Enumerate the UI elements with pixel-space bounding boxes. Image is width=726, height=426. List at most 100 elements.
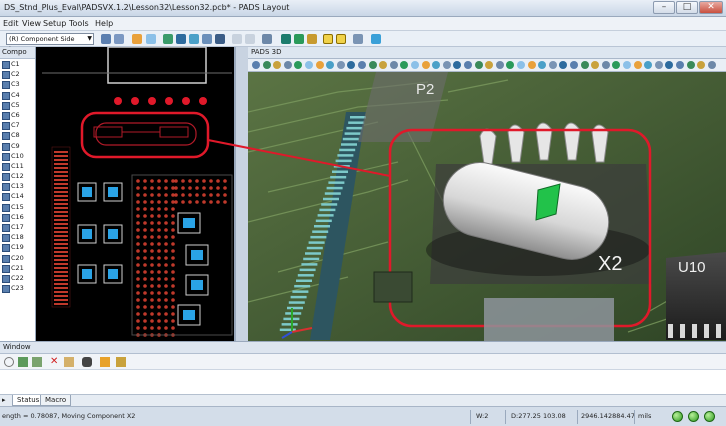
delete-icon[interactable]: ✕ (50, 357, 60, 367)
component-list-item[interactable]: C20 (0, 253, 35, 263)
verify-icon[interactable] (323, 34, 333, 44)
view3d-tool-icon[interactable] (411, 61, 419, 69)
component-list-item[interactable]: C15 (0, 202, 35, 212)
view3d-tool-icon[interactable] (506, 61, 515, 69)
drc-icon[interactable] (336, 34, 346, 44)
macro-icon[interactable] (100, 357, 110, 367)
view3d-tool-icon[interactable] (591, 61, 600, 69)
view3d-tool-icon[interactable] (665, 61, 674, 69)
save-icon[interactable] (18, 357, 28, 367)
view3d-tool-icon[interactable] (697, 61, 706, 69)
layers-icon[interactable] (294, 34, 304, 44)
ecO-icon[interactable] (163, 34, 173, 44)
view3d-tool-icon[interactable] (654, 61, 663, 69)
move-icon[interactable] (215, 34, 225, 44)
design-icon[interactable] (146, 34, 156, 44)
clear-icon[interactable] (4, 357, 14, 367)
refresh-icon[interactable] (371, 34, 381, 44)
view3d-tool-icon[interactable] (495, 61, 504, 69)
component-list-item[interactable]: C1 (0, 59, 35, 70)
component-list-item[interactable]: C9 (0, 141, 35, 151)
view3d-tool-icon[interactable] (283, 61, 292, 69)
view3d-tool-icon[interactable] (442, 61, 451, 69)
view3d-tool-icon[interactable] (432, 61, 441, 69)
view3d-tool-icon[interactable] (326, 61, 335, 69)
menu-edit[interactable]: Edit (3, 19, 19, 28)
view3d-tool-icon[interactable] (538, 61, 547, 69)
view3d-tool-icon[interactable] (601, 61, 610, 69)
view-3d-icon[interactable] (281, 34, 291, 44)
view3d-tool-icon[interactable] (676, 61, 684, 69)
pen-icon[interactable] (202, 34, 212, 44)
redo-icon[interactable] (245, 34, 255, 44)
view3d-tool-icon[interactable] (570, 61, 578, 69)
component-list-item[interactable]: C22 (0, 273, 35, 284)
view3d-tool-icon[interactable] (548, 61, 557, 69)
menu-help[interactable]: Help (95, 19, 113, 28)
view3d-tool-icon[interactable] (294, 61, 303, 69)
view3d-tool-icon[interactable] (527, 61, 536, 69)
view3d-tool-icon[interactable] (305, 61, 313, 69)
view3d-tool-icon[interactable] (368, 61, 377, 69)
tab-scroll-icon[interactable]: ▸ (2, 396, 6, 404)
view3d-tool-icon[interactable] (559, 61, 568, 69)
dimension-icon[interactable] (189, 34, 199, 44)
menu-setup[interactable]: Setup (43, 19, 66, 28)
view3d-tool-icon[interactable] (686, 61, 695, 69)
component-list-item[interactable]: C11 (0, 161, 35, 172)
view3d-tool-icon[interactable] (633, 61, 642, 69)
view3d-tool-icon[interactable] (379, 61, 388, 69)
view3d-tool-icon[interactable] (453, 61, 462, 69)
component-list-item[interactable]: C6 (0, 110, 35, 121)
minimize-button[interactable]: – (653, 1, 675, 14)
maximize-button[interactable]: □ (676, 1, 698, 14)
component-list-item[interactable]: C19 (0, 242, 35, 253)
view3d-tool-icon[interactable] (517, 61, 525, 69)
view3d-tool-icon[interactable] (421, 61, 430, 69)
view3d-tool-icon[interactable] (474, 61, 483, 69)
query-icon[interactable] (353, 34, 363, 44)
component-list-item[interactable]: C23 (0, 283, 35, 294)
component-list-item[interactable]: C14 (0, 191, 35, 202)
undo-icon[interactable] (232, 34, 242, 44)
find-icon[interactable] (82, 357, 92, 367)
log-icon[interactable] (116, 357, 126, 367)
view3d-tool-icon[interactable] (347, 61, 356, 69)
component-list-item[interactable]: C17 (0, 222, 35, 233)
menu-view[interactable]: View (22, 19, 41, 28)
menu-tools[interactable]: Tools (69, 19, 89, 28)
view3d-tool-icon[interactable] (623, 61, 631, 69)
component-list-item[interactable]: C3 (0, 79, 35, 90)
close-button[interactable]: ✕ (699, 1, 723, 14)
component-list-item[interactable]: C10 (0, 151, 35, 161)
tab-macro[interactable]: Macro (40, 395, 72, 406)
component-list-item[interactable]: C12 (0, 171, 35, 182)
copy-icon[interactable] (64, 357, 74, 367)
component-list-item[interactable]: C5 (0, 100, 35, 110)
component-list-item[interactable]: C16 (0, 212, 35, 222)
pcb-layout-view[interactable] (36, 47, 236, 341)
view3d-tool-icon[interactable] (485, 61, 494, 69)
drafting-icon[interactable] (132, 34, 142, 44)
view3d-tool-icon[interactable] (389, 61, 398, 69)
select-mode-icon[interactable] (101, 34, 111, 44)
print-icon[interactable] (32, 357, 42, 367)
component-list-item[interactable]: C8 (0, 130, 35, 141)
view3d-tool-icon[interactable] (400, 61, 409, 69)
view3d-tool-icon[interactable] (262, 61, 271, 69)
view3d-tool-icon[interactable] (464, 61, 472, 69)
view3d-tool-icon[interactable] (336, 61, 345, 69)
component-list-item[interactable]: C21 (0, 263, 35, 273)
route-icon[interactable] (176, 34, 186, 44)
component-list-item[interactable]: C4 (0, 90, 35, 100)
zoom-icon[interactable] (262, 34, 272, 44)
filter-icon[interactable] (114, 34, 124, 44)
component-list-item[interactable]: C2 (0, 69, 35, 80)
view3d-tool-icon[interactable] (252, 61, 260, 69)
view3d-tool-icon[interactable] (580, 61, 589, 69)
component-list-item[interactable]: C18 (0, 232, 35, 243)
pads-3d-view[interactable]: PADS 3D P2 X2 U10 (248, 47, 726, 341)
view3d-tool-icon[interactable] (315, 61, 324, 69)
view3d-tool-icon[interactable] (273, 61, 282, 69)
view3d-tool-icon[interactable] (612, 61, 621, 69)
